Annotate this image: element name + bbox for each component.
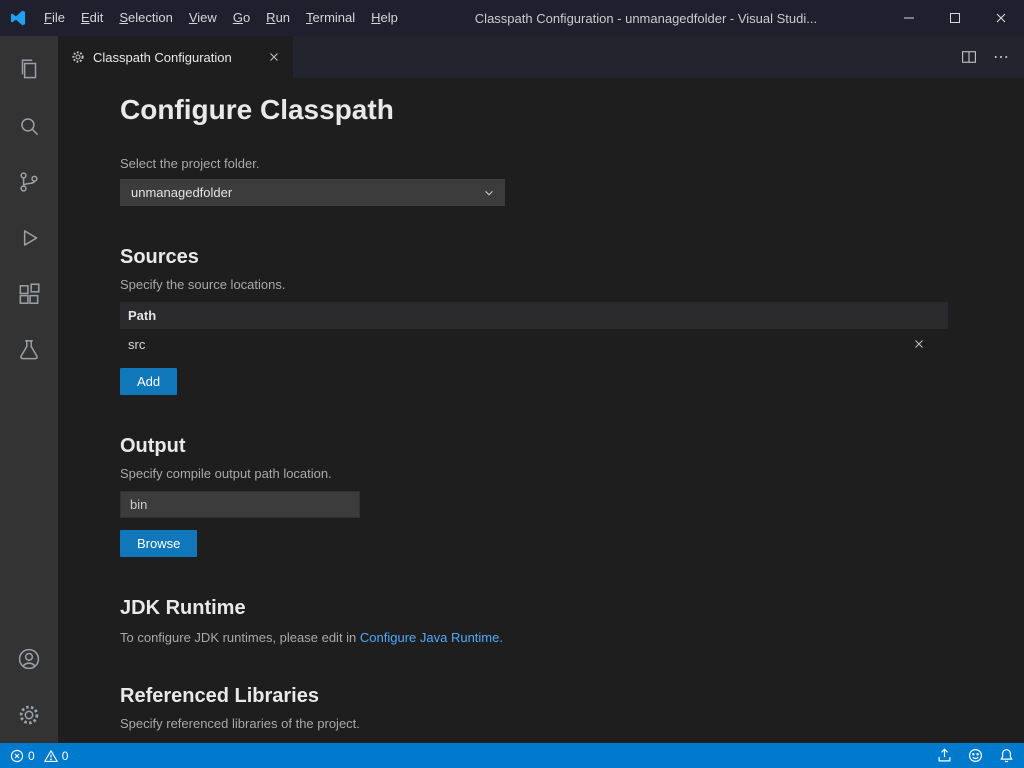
source-row[interactable]: src bbox=[120, 329, 948, 359]
status-bar: 0 0 bbox=[0, 743, 1024, 768]
menu-selection[interactable]: Selection bbox=[111, 0, 180, 36]
search-icon bbox=[16, 113, 42, 139]
add-source-button[interactable]: Add bbox=[120, 368, 177, 395]
source-path-value: src bbox=[128, 337, 145, 352]
run-debug-icon bbox=[16, 225, 42, 251]
errors-count: 0 bbox=[28, 749, 35, 763]
sources-table: Path src bbox=[120, 302, 948, 359]
referenced-libraries-title: Referenced Libraries bbox=[120, 685, 1024, 708]
vscode-logo-icon bbox=[0, 8, 36, 28]
files-icon bbox=[16, 57, 42, 83]
close-button[interactable] bbox=[978, 0, 1024, 36]
maximize-button[interactable] bbox=[932, 0, 978, 36]
tab-label: Classpath Configuration bbox=[93, 50, 232, 65]
classpath-config-page: Configure Classpath Select the project f… bbox=[58, 78, 1024, 743]
account-icon bbox=[16, 646, 42, 672]
tab-close-icon[interactable] bbox=[267, 50, 281, 64]
project-folder-select[interactable]: unmanagedfolder bbox=[120, 179, 505, 206]
menu-edit[interactable]: Edit bbox=[73, 0, 111, 36]
window-title: Classpath Configuration - unmanagedfolde… bbox=[406, 11, 886, 26]
jdk-text-after: . bbox=[499, 630, 503, 645]
activity-account[interactable] bbox=[0, 631, 58, 687]
activity-source-control[interactable] bbox=[0, 154, 58, 210]
jdk-section-text: To configure JDK runtimes, please edit i… bbox=[120, 630, 1024, 645]
activity-extensions[interactable] bbox=[0, 266, 58, 322]
page-title: Configure Classpath bbox=[120, 94, 1024, 126]
tab-classpath-configuration[interactable]: Classpath Configuration bbox=[58, 36, 293, 78]
activity-explorer[interactable] bbox=[0, 42, 58, 98]
project-folder-selected-value: unmanagedfolder bbox=[131, 185, 232, 200]
activity-bar bbox=[0, 36, 58, 743]
project-folder-label: Select the project folder. bbox=[120, 156, 1024, 171]
extensions-icon bbox=[16, 281, 42, 307]
git-branch-icon bbox=[16, 169, 42, 195]
menu-view[interactable]: View bbox=[181, 0, 225, 36]
activity-search[interactable] bbox=[0, 98, 58, 154]
titlebar: File Edit Selection View Go Run Terminal… bbox=[0, 0, 1024, 36]
sources-table-header: Path bbox=[120, 302, 948, 329]
more-actions-icon[interactable] bbox=[992, 48, 1010, 66]
errors-icon bbox=[10, 749, 24, 763]
vscode-window: File Edit Selection View Go Run Terminal… bbox=[0, 0, 1024, 768]
activity-run-debug[interactable] bbox=[0, 210, 58, 266]
window-controls bbox=[886, 0, 1024, 36]
tab-bar: Classpath Configuration bbox=[58, 36, 1024, 78]
classpath-config-icon bbox=[70, 49, 86, 65]
referenced-libraries-desc: Specify referenced libraries of the proj… bbox=[120, 716, 1024, 731]
activity-settings[interactable] bbox=[0, 687, 58, 743]
bell-icon[interactable] bbox=[999, 748, 1014, 763]
remove-source-icon[interactable] bbox=[912, 337, 940, 351]
menubar: File Edit Selection View Go Run Terminal… bbox=[36, 0, 406, 36]
jdk-text-before: To configure JDK runtimes, please edit i… bbox=[120, 630, 360, 645]
sources-section-title: Sources bbox=[120, 246, 1024, 269]
output-path-input[interactable] bbox=[120, 491, 360, 518]
output-section-desc: Specify compile output path location. bbox=[120, 466, 1024, 481]
problems-indicator[interactable]: 0 0 bbox=[10, 749, 73, 763]
sources-section-desc: Specify the source locations. bbox=[120, 277, 1024, 292]
menu-file[interactable]: File bbox=[36, 0, 73, 36]
feedback-icon[interactable] bbox=[968, 748, 983, 763]
beaker-icon bbox=[16, 337, 42, 363]
menu-go[interactable]: Go bbox=[225, 0, 258, 36]
browse-output-button[interactable]: Browse bbox=[120, 530, 197, 557]
editor-actions bbox=[960, 36, 1024, 78]
jdk-section-title: JDK Runtime bbox=[120, 597, 1024, 620]
chevron-down-icon bbox=[482, 186, 496, 200]
split-editor-icon[interactable] bbox=[960, 48, 978, 66]
warnings-count: 0 bbox=[62, 749, 69, 763]
editor-area: Classpath Configuration Configure Clas bbox=[58, 36, 1024, 743]
minimize-button[interactable] bbox=[886, 0, 932, 36]
gear-icon bbox=[16, 702, 42, 728]
statusbar-right bbox=[937, 748, 1014, 763]
path-column-header: Path bbox=[128, 308, 156, 323]
share-icon[interactable] bbox=[937, 748, 952, 763]
warnings-icon bbox=[44, 749, 58, 763]
activity-testing[interactable] bbox=[0, 322, 58, 378]
menu-run[interactable]: Run bbox=[258, 0, 298, 36]
configure-java-runtime-link[interactable]: Configure Java Runtime bbox=[360, 630, 499, 645]
menu-terminal[interactable]: Terminal bbox=[298, 0, 363, 36]
menu-help[interactable]: Help bbox=[363, 0, 406, 36]
output-section-title: Output bbox=[120, 435, 1024, 458]
